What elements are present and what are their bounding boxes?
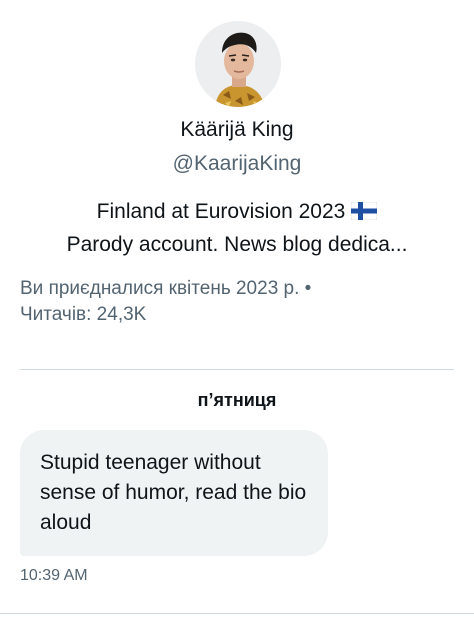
followers-count[interactable]: Читачів: 24,3K (20, 302, 311, 328)
profile-meta: Ви приєдналися квітень 2023 р. • Читачів… (20, 276, 311, 328)
bio-line-1-text: Finland at Eurovision 2023 (96, 200, 346, 223)
profile-bio: Finland at Eurovision 2023 Parody accoun… (0, 196, 474, 260)
bio-line-1: Finland at Eurovision 2023 (0, 196, 474, 229)
day-separator: п’ятниця (197, 390, 277, 410)
profile-header: Käärijä King @KaarijaKing Finland at Eur… (0, 0, 474, 370)
divider (20, 369, 454, 370)
message-text: Stupid teenager without sense of humor, … (40, 451, 307, 534)
joined-date: Ви приєдналися квітень 2023 р. • (20, 278, 312, 299)
finland-flag-icon (350, 198, 378, 229)
profile-photo-icon (195, 21, 281, 107)
message-timestamp: 10:39 AM (20, 567, 88, 584)
avatar[interactable] (195, 21, 281, 107)
profile-handle[interactable]: @KaarijaKing (0, 151, 474, 177)
message-bubble[interactable]: Stupid teenager without sense of humor, … (20, 430, 328, 556)
bottom-divider (0, 613, 474, 614)
profile-name: Käärijä King (180, 118, 294, 141)
bio-line-2: Parody account. News blog dedica... (66, 233, 408, 256)
